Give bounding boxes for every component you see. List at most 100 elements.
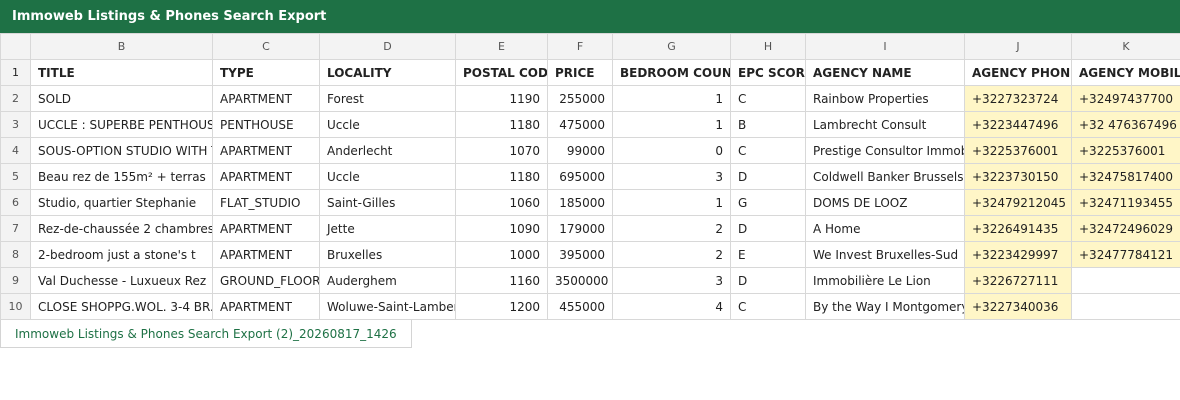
column-header-j[interactable]: J [964,33,1072,60]
data-cell[interactable]: 1000 [455,241,548,268]
row-number[interactable]: 6 [0,189,31,216]
data-cell[interactable]: 1160 [455,267,548,294]
data-cell[interactable]: Rainbow Properties [805,85,965,112]
data-cell[interactable]: 179000 [547,215,613,242]
row-number[interactable]: 3 [0,111,31,138]
data-cell[interactable]: 3 [612,267,731,294]
data-cell[interactable]: Rez-de-chaussée 2 chambres [30,215,213,242]
data-cell[interactable]: C [730,85,806,112]
data-cell[interactable]: +32472496029 [1071,215,1180,242]
data-cell[interactable]: B [730,111,806,138]
row-number[interactable]: 8 [0,241,31,268]
header-cell[interactable]: AGENCY MOBILE [1071,59,1180,86]
data-cell[interactable]: APARTMENT [212,215,320,242]
data-cell[interactable]: 2 [612,241,731,268]
header-cell[interactable]: PRICE [547,59,613,86]
row-number[interactable]: 4 [0,137,31,164]
row-number[interactable]: 5 [0,163,31,190]
data-cell[interactable]: We Invest Bruxelles-Sud [805,241,965,268]
data-cell[interactable]: APARTMENT [212,163,320,190]
data-cell[interactable]: CLOSE SHOPPG.WOL. 3-4 BR. [30,293,213,320]
data-cell[interactable]: D [730,267,806,294]
data-cell[interactable]: C [730,137,806,164]
data-cell[interactable]: +32497437700 [1071,85,1180,112]
data-cell[interactable]: Auderghem [319,267,456,294]
data-cell[interactable]: +32475817400 [1071,163,1180,190]
header-cell[interactable]: EPC SCORE [730,59,806,86]
data-cell[interactable]: APARTMENT [212,241,320,268]
data-cell[interactable]: 1090 [455,215,548,242]
data-cell[interactable]: +3227323724 [964,85,1072,112]
data-cell[interactable]: A Home [805,215,965,242]
data-cell[interactable]: DOMS DE LOOZ [805,189,965,216]
data-cell[interactable]: Prestige Consultor Immob [805,137,965,164]
data-cell[interactable] [1071,267,1180,294]
data-cell[interactable]: 395000 [547,241,613,268]
data-cell[interactable]: Saint-Gilles [319,189,456,216]
header-cell[interactable]: AGENCY NAME [805,59,965,86]
data-cell[interactable]: APARTMENT [212,85,320,112]
data-cell[interactable]: 99000 [547,137,613,164]
data-cell[interactable]: 185000 [547,189,613,216]
header-cell[interactable]: POSTAL CODE [455,59,548,86]
header-cell[interactable]: LOCALITY [319,59,456,86]
header-cell[interactable]: AGENCY PHONE [964,59,1072,86]
data-cell[interactable]: +3223429997 [964,241,1072,268]
data-cell[interactable]: Uccle [319,111,456,138]
data-cell[interactable]: SOUS-OPTION STUDIO WITH T [30,137,213,164]
data-cell[interactable]: SOLD [30,85,213,112]
data-cell[interactable]: Lambrecht Consult [805,111,965,138]
data-cell[interactable]: Bruxelles [319,241,456,268]
data-cell[interactable]: By the Way I Montgomery [805,293,965,320]
data-cell[interactable] [1071,293,1180,320]
data-cell[interactable]: C [730,293,806,320]
data-cell[interactable]: 3500000 [547,267,613,294]
data-cell[interactable]: 455000 [547,293,613,320]
data-cell[interactable]: +3223730150 [964,163,1072,190]
data-cell[interactable]: Uccle [319,163,456,190]
data-cell[interactable]: GROUND_FLOOR [212,267,320,294]
data-cell[interactable]: +32479212045 [964,189,1072,216]
data-cell[interactable]: Anderlecht [319,137,456,164]
data-cell[interactable]: Woluwe-Saint-Lambert [319,293,456,320]
data-cell[interactable]: 695000 [547,163,613,190]
data-cell[interactable]: Immobilière Le Lion [805,267,965,294]
data-cell[interactable]: +3223447496 [964,111,1072,138]
data-cell[interactable]: +32 476367496 [1071,111,1180,138]
row-number[interactable]: 7 [0,215,31,242]
column-header-g[interactable]: G [612,33,731,60]
row-number[interactable]: 2 [0,85,31,112]
header-cell[interactable]: TYPE [212,59,320,86]
data-cell[interactable]: 1060 [455,189,548,216]
data-cell[interactable]: 1 [612,189,731,216]
data-cell[interactable]: 1 [612,111,731,138]
header-cell[interactable]: TITLE [30,59,213,86]
column-header-d[interactable]: D [319,33,456,60]
data-cell[interactable]: 1180 [455,163,548,190]
data-cell[interactable]: +32471193455 [1071,189,1180,216]
data-cell[interactable]: 475000 [547,111,613,138]
data-cell[interactable]: APARTMENT [212,137,320,164]
header-cell[interactable]: BEDROOM COUNT [612,59,731,86]
row-number[interactable]: 9 [0,267,31,294]
data-cell[interactable]: 1180 [455,111,548,138]
data-cell[interactable]: 0 [612,137,731,164]
data-cell[interactable]: 2 [612,215,731,242]
data-cell[interactable]: Jette [319,215,456,242]
data-cell[interactable]: 1200 [455,293,548,320]
data-cell[interactable]: D [730,215,806,242]
data-cell[interactable]: 2-bedroom just a stone's t [30,241,213,268]
column-header-f[interactable]: F [547,33,613,60]
column-header-i[interactable]: I [805,33,965,60]
data-cell[interactable]: +3225376001 [1071,137,1180,164]
data-cell[interactable]: +32477784121 [1071,241,1180,268]
data-cell[interactable]: +3226491435 [964,215,1072,242]
data-cell[interactable]: Val Duchesse - Luxueux Rez [30,267,213,294]
data-cell[interactable]: 1 [612,85,731,112]
column-header-e[interactable]: E [455,33,548,60]
data-cell[interactable]: Coldwell Banker Brussels [805,163,965,190]
row-number[interactable]: 10 [0,293,31,320]
data-cell[interactable]: +3226727111 [964,267,1072,294]
data-cell[interactable]: 3 [612,163,731,190]
data-cell[interactable]: UCCLE : SUPERBE PENTHOUSE [30,111,213,138]
